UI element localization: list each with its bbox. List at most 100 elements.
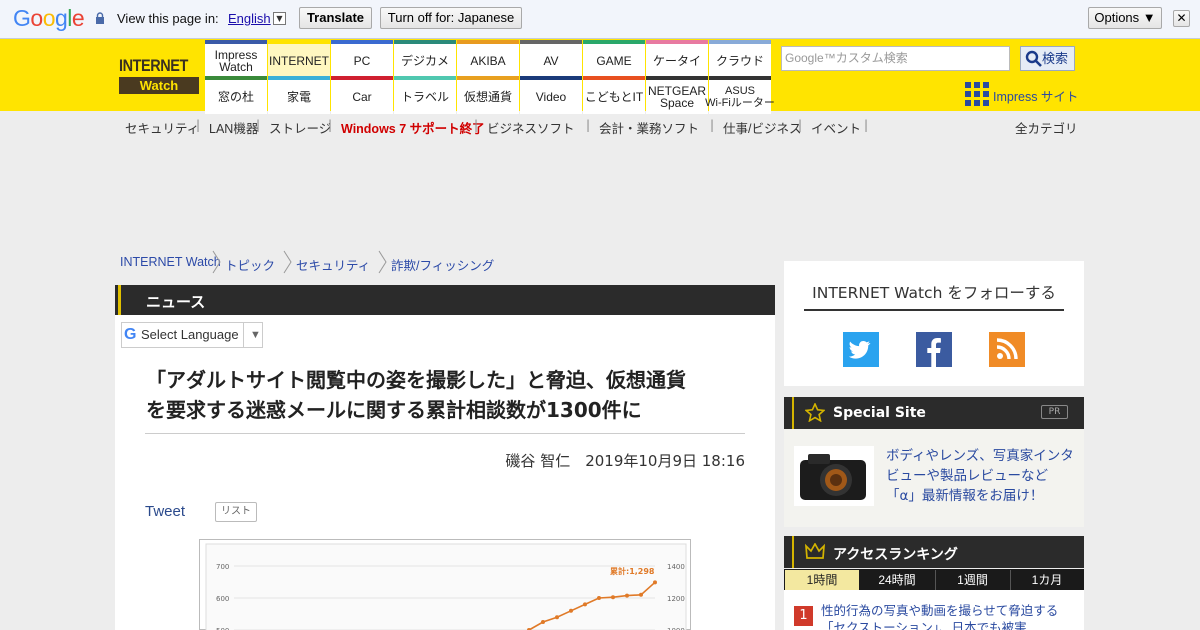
chart-point [583, 602, 587, 607]
subnav-separator: | [586, 118, 591, 132]
search-input[interactable]: Google™カスタム検索 [781, 46, 1010, 71]
breadcrumb-chevron-icon [378, 250, 387, 274]
article-title-line1: 「アダルトサイト閲覧中の姿を撮影した」と脅迫、仮想通貨 [146, 368, 686, 392]
special-site-header: Special Site PR [784, 397, 1084, 429]
ranking-header: アクセスランキング [784, 536, 1084, 568]
google-logo-letter: e [71, 5, 85, 31]
chevron-down-icon: ▼ [243, 323, 261, 347]
tab-1week[interactable]: 1週間 [935, 570, 1009, 590]
pr-badge: PR [1041, 405, 1068, 419]
subnav-item[interactable]: LAN機器 [209, 118, 258, 137]
tab-1month[interactable]: 1カ月 [1010, 570, 1083, 590]
facebook-icon[interactable] [916, 332, 952, 367]
special-site-title: Special Site [833, 405, 926, 421]
breadcrumb-item[interactable]: セキュリティ [296, 255, 370, 274]
rank-number: 1 [794, 606, 813, 626]
subnav-item[interactable]: ストレージ [269, 118, 331, 137]
translate-bar: Google View this page in: English ▼ Tran… [0, 0, 1200, 39]
rank-item-link[interactable]: 性的行為の写真や動画を撮らせて脅迫する「セクストーション」、日本でも被害 [821, 602, 1076, 630]
ranking-title: アクセスランキング [833, 547, 958, 563]
tab-1hour[interactable]: 1時間 [785, 570, 859, 590]
nav-item-bottom-0[interactable]: 窓の杜 [205, 80, 267, 114]
breadcrumb-item[interactable]: INTERNET Watch [120, 255, 221, 269]
subnav-item[interactable]: 会計・業務ソフト [599, 118, 699, 137]
select-language-label: Select Language [141, 327, 239, 342]
nav-item-top-4[interactable]: AKIBA [457, 44, 519, 78]
chart-left-tick-label: 600 [216, 595, 229, 603]
chart-point [597, 596, 601, 600]
section-header: ニュース [115, 285, 775, 315]
nav-item-bottom-5[interactable]: Video [520, 80, 582, 114]
subnav-separator: | [710, 118, 715, 132]
article-title-line2: を要求する迷惑メールに関する累計相談数が1300件に [146, 398, 642, 422]
search-button[interactable]: 検索 [1020, 46, 1075, 71]
breadcrumb-item[interactable]: トピック [225, 255, 275, 274]
turn-off-button[interactable]: Turn off for: Japanese [380, 7, 522, 29]
nav-item-top-0[interactable]: Impress Watch [205, 44, 267, 78]
chart-svg: 700140060012005001000累計:1,298 [205, 543, 687, 630]
google-g-icon: G [124, 326, 137, 343]
ranking-list: 1 性的行為の写真や動画を撮らせて脅迫する「セクストーション」、日本でも被害 [784, 590, 1084, 630]
rss-icon[interactable] [989, 332, 1025, 367]
chart-point [611, 595, 615, 600]
nav-item-top-1[interactable]: INTERNET [268, 44, 330, 78]
nav-item-bottom-2[interactable]: Car [331, 80, 393, 114]
chart-point [625, 593, 629, 598]
logo-top-text: INTERNET [119, 56, 188, 75]
crown-icon [805, 543, 825, 559]
nav-item-bottom-8[interactable]: ASUS Wi-Fiルーター [705, 80, 775, 114]
article-chart: 700140060012005001000累計:1,298 [199, 539, 691, 630]
subnav-item[interactable]: イベント [811, 118, 861, 137]
tweet-button[interactable]: Tweet [145, 503, 185, 520]
subnav-separator: | [474, 118, 479, 132]
nav-item-top-7[interactable]: ケータイ [646, 44, 708, 78]
options-button[interactable]: Options ▼ [1088, 7, 1162, 29]
subnav-item[interactable]: セキュリティ [125, 118, 199, 137]
star-icon [805, 403, 825, 422]
subnav-item[interactable]: 仕事/ビジネス [723, 118, 801, 137]
nav-item-top-6[interactable]: GAME [583, 44, 645, 78]
all-categories-link[interactable]: 全カテゴリ [1015, 118, 1078, 137]
nav-item-bottom-7[interactable]: NETGEAR Space [646, 80, 708, 114]
nav-item-top-5[interactable]: AV [520, 44, 582, 78]
follow-title: INTERNET Watch をフォローする [812, 284, 1056, 302]
twitter-icon[interactable] [843, 332, 879, 367]
chart-plot-area [205, 543, 687, 630]
site-logo[interactable]: INTERNET Watch [119, 56, 199, 96]
translate-button[interactable]: Translate [299, 7, 372, 29]
chart-annotation: 累計:1,298 [610, 566, 655, 576]
google-logo: Google [13, 5, 85, 32]
list-button[interactable]: リスト [215, 502, 257, 522]
chart-point [555, 615, 559, 620]
subnav-item[interactable]: ビジネスソフト [487, 118, 575, 137]
nav-item-bottom-4[interactable]: 仮想通貨 [457, 80, 519, 114]
subnav-separator: | [196, 118, 201, 132]
nav-item-top-2[interactable]: PC [331, 44, 393, 78]
chart-point [639, 592, 643, 597]
language-dropdown-icon[interactable]: ▼ [273, 12, 286, 25]
breadcrumb-chevron-icon [212, 250, 221, 274]
subnav-separator: | [798, 118, 803, 132]
chart-left-tick-label: 700 [216, 563, 229, 571]
nav-item-top-3[interactable]: デジカメ [394, 44, 456, 78]
nav-item-top-8[interactable]: クラウド [709, 44, 771, 78]
breadcrumb-item[interactable]: 詐欺/フィッシング [391, 255, 494, 274]
nav-item-bottom-1[interactable]: 家電 [268, 80, 330, 114]
google-logo-letter: o [30, 5, 43, 31]
language-select[interactable]: English [228, 11, 271, 26]
special-site-link[interactable]: ボディやレンズ、写真家インタビューや製品レビューなど「α」最新情報をお届け！ [886, 446, 1076, 506]
tab-24hours[interactable]: 24時間 [860, 570, 934, 590]
close-icon[interactable]: ✕ [1173, 10, 1190, 27]
byline: 磯谷 智仁 2019年10月9日 18:16 [505, 452, 745, 470]
subnav-item[interactable]: Windows 7 サポート終了 [341, 118, 485, 137]
subnav-separator: | [328, 118, 333, 132]
nav-item-bottom-3[interactable]: トラベル [394, 80, 456, 114]
select-language-dropdown[interactable]: G Select Language ▼ [121, 322, 263, 348]
nav-item-bottom-6[interactable]: こどもとIT [583, 80, 645, 114]
google-logo-letter: G [13, 5, 31, 31]
title-divider [145, 433, 745, 434]
subnav-separator: | [256, 118, 261, 132]
impress-sites-link[interactable]: Impress サイト [993, 86, 1078, 105]
google-logo-letter: o [42, 5, 56, 31]
camera-image[interactable] [794, 446, 874, 506]
